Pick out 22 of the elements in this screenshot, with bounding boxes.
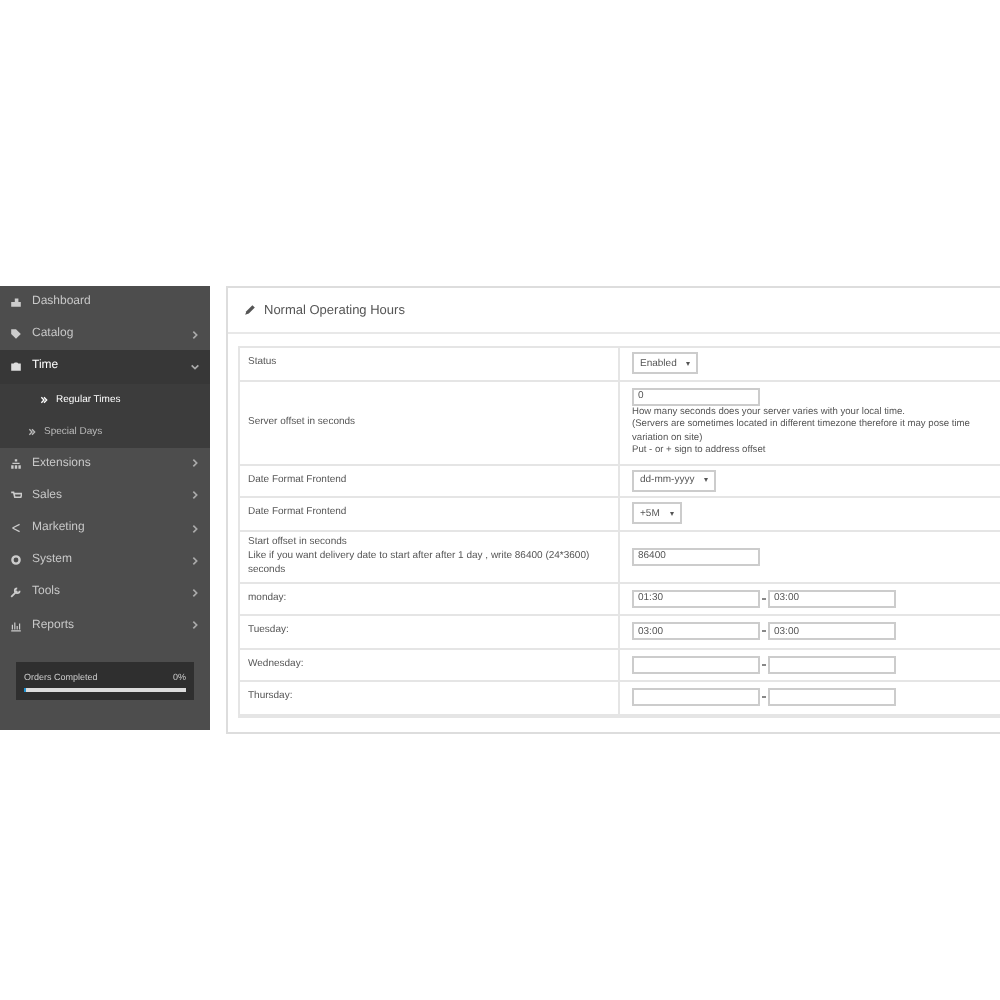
chevron-right-icon <box>190 458 200 469</box>
chevron-right-icon <box>190 329 200 340</box>
chevron-right-icon <box>190 620 200 631</box>
tag-icon <box>10 328 22 341</box>
time-to-field[interactable] <box>768 655 896 674</box>
wrench-icon <box>10 586 22 599</box>
time-to-field[interactable] <box>768 688 896 707</box>
chevron-down-icon <box>190 361 200 372</box>
time-from-field[interactable] <box>632 655 760 674</box>
double-chevron-icon <box>40 395 48 404</box>
pencil-icon <box>244 304 256 316</box>
chevron-right-icon <box>190 490 200 501</box>
chart-icon <box>10 619 22 632</box>
chevron-right-icon <box>190 523 200 534</box>
sitemap-icon <box>10 457 22 470</box>
chevron-right-icon <box>190 555 200 566</box>
dashboard-icon <box>10 296 22 309</box>
double-chevron-icon <box>28 427 36 436</box>
time-from-field[interactable] <box>632 688 760 707</box>
cart-icon <box>10 489 22 502</box>
chevron-right-icon <box>190 587 200 598</box>
gear-icon <box>10 554 22 567</box>
